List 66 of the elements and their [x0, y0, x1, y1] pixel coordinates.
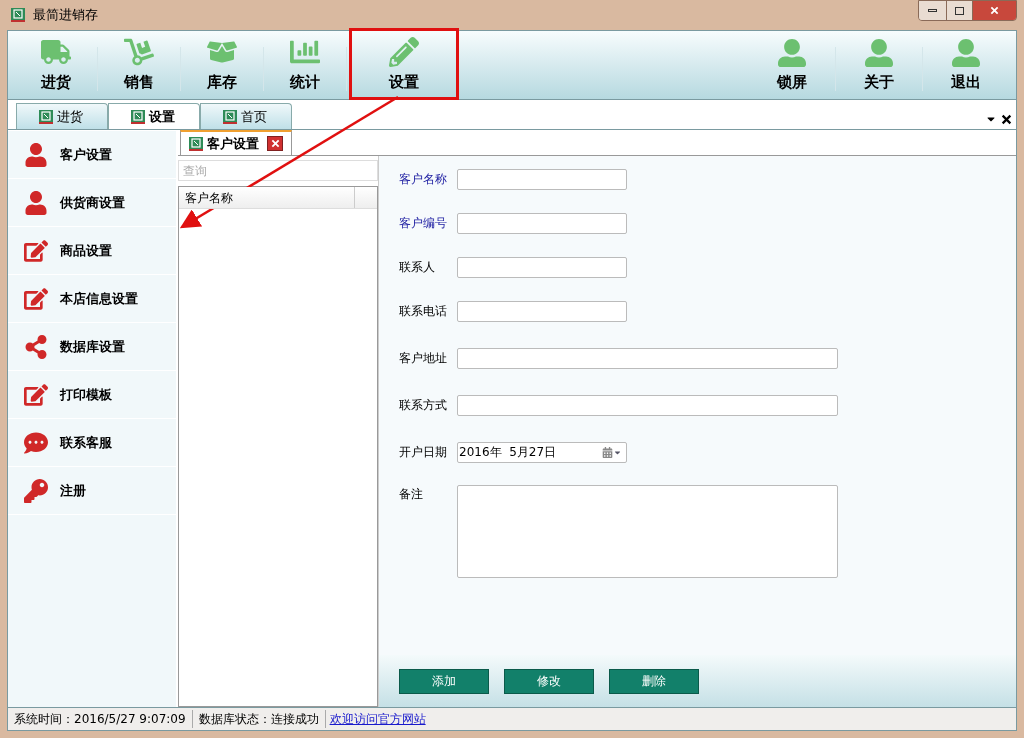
tab[interactable]: 进货: [16, 103, 108, 129]
field-label: 联系人: [399, 259, 436, 276]
status-text: 数据库状态：连接成功: [192, 710, 326, 728]
window-title: 最简进销存: [33, 6, 98, 25]
text-field[interactable]: [457, 394, 838, 416]
toolbar-button[interactable]: 统计: [269, 31, 341, 97]
text-field[interactable]: [457, 168, 627, 190]
app-logo-icon: [223, 109, 237, 124]
app-logo-icon: [11, 8, 25, 22]
tab[interactable]: 设置: [108, 103, 200, 129]
pencil-icon: [389, 36, 419, 67]
field-label: 客户编号: [399, 215, 448, 232]
user-icon: [24, 142, 48, 167]
minimize-button[interactable]: [919, 1, 946, 20]
share-icon: [24, 334, 48, 359]
search-field[interactable]: 查询: [178, 160, 378, 181]
field-label: 开户日期: [399, 444, 448, 461]
app-logo-icon: [39, 109, 53, 124]
text-field[interactable]: [457, 212, 627, 234]
text-field[interactable]: [457, 256, 627, 278]
sidebar-item[interactable]: 打印模板: [8, 371, 176, 418]
user-icon: [865, 38, 893, 67]
sidebar-item[interactable]: 联系客服: [8, 419, 176, 466]
sidebar-item[interactable]: 商品设置: [8, 227, 176, 274]
sidebar-item[interactable]: 本店信息设置: [8, 275, 176, 322]
user-icon: [24, 190, 48, 215]
sidebar-item[interactable]: 客户设置: [8, 131, 176, 178]
action-button[interactable]: 修改: [504, 668, 594, 694]
chat-icon: [24, 430, 48, 455]
tab[interactable]: 首页: [200, 103, 292, 129]
status-text: 系统时间：2016/5/27 9:07:09: [8, 710, 193, 728]
field-label: 客户名称: [399, 171, 448, 188]
website-link[interactable]: 欢迎访问官方网站: [325, 710, 430, 728]
text-field[interactable]: [457, 300, 627, 322]
close-icon[interactable]: [1001, 113, 1012, 125]
edit-icon: [24, 286, 48, 311]
toolbar-button[interactable]: 库存: [186, 31, 258, 97]
toolbar-button[interactable]: 退出: [928, 31, 1004, 97]
user-icon: [952, 38, 980, 67]
hand-truck-icon: [124, 36, 154, 67]
maximize-button[interactable]: [946, 1, 972, 20]
notes-field[interactable]: [457, 485, 838, 578]
document-tab[interactable]: 客户设置: [180, 130, 292, 155]
sidebar-item[interactable]: 供货商设置: [8, 179, 176, 226]
app-logo-icon: [189, 136, 203, 151]
action-button[interactable]: 添加: [399, 668, 489, 694]
field-label: 客户地址: [399, 350, 448, 367]
toolbar-button[interactable]: 进货: [20, 31, 92, 97]
text-field[interactable]: [457, 347, 838, 369]
action-button[interactable]: 删除: [609, 668, 699, 694]
app-logo-icon: [131, 109, 145, 124]
key-icon: [24, 478, 48, 503]
field-label: 备注: [399, 486, 424, 503]
toolbar-button[interactable]: 锁屏: [754, 31, 830, 97]
sidebar-item[interactable]: 数据库设置: [8, 323, 176, 370]
user-icon: [778, 38, 806, 67]
toolbar-button[interactable]: 关于: [841, 31, 917, 97]
toolbar-button[interactable]: 销售: [103, 31, 175, 97]
field-label: 联系电话: [399, 303, 448, 320]
sidebar-item[interactable]: 注册: [8, 467, 176, 514]
edit-icon: [24, 238, 48, 263]
field-label: 联系方式: [399, 397, 448, 414]
edit-icon: [24, 382, 48, 407]
calendar-icon: [602, 446, 613, 458]
date-picker[interactable]: 2016年 5月27日: [457, 441, 627, 463]
toolbar-button[interactable]: 设置: [352, 31, 456, 97]
